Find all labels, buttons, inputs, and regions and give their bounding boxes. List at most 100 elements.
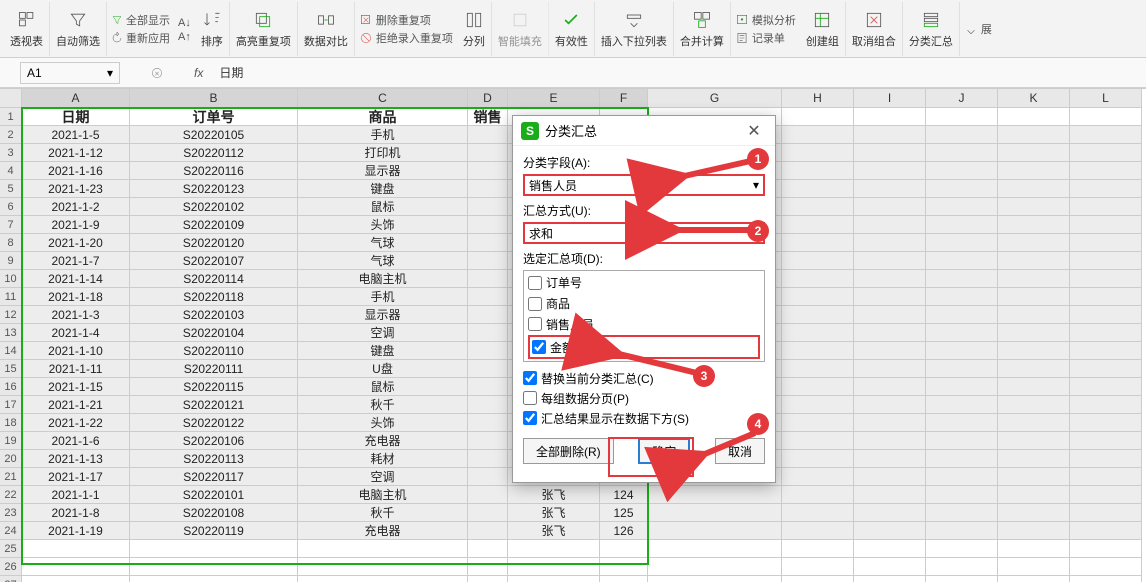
cell[interactable] xyxy=(782,432,854,450)
cell[interactable] xyxy=(998,126,1070,144)
cell[interactable] xyxy=(998,216,1070,234)
autofilter-button[interactable]: 自动筛选 xyxy=(50,2,107,56)
cell[interactable] xyxy=(508,576,600,582)
validity-button[interactable]: 有效性 xyxy=(549,2,595,56)
cell[interactable] xyxy=(854,144,926,162)
cell[interactable]: 2021-1-15 xyxy=(22,378,130,396)
cell[interactable] xyxy=(854,198,926,216)
cell[interactable] xyxy=(648,486,782,504)
cell[interactable] xyxy=(1070,396,1142,414)
cell[interactable] xyxy=(854,270,926,288)
cell[interactable] xyxy=(1070,360,1142,378)
dropdown-button[interactable]: 插入下拉列表 xyxy=(595,2,674,56)
cell[interactable] xyxy=(926,180,998,198)
cell[interactable] xyxy=(782,486,854,504)
cell[interactable] xyxy=(782,414,854,432)
row-header[interactable]: 13 xyxy=(0,324,22,342)
item-checkbox[interactable]: 销售人员 xyxy=(528,314,760,334)
select-all-corner[interactable] xyxy=(0,89,22,108)
cell[interactable] xyxy=(468,378,508,396)
cell[interactable]: 空调 xyxy=(298,468,468,486)
col-header-B[interactable]: B xyxy=(130,89,298,108)
cell[interactable]: 2021-1-16 xyxy=(22,162,130,180)
col-header-L[interactable]: L xyxy=(1070,89,1142,108)
col-header-I[interactable]: I xyxy=(854,89,926,108)
cell[interactable] xyxy=(468,504,508,522)
cell[interactable] xyxy=(854,360,926,378)
cell[interactable] xyxy=(854,414,926,432)
cell[interactable] xyxy=(926,486,998,504)
item-checkbox[interactable]: 金额 xyxy=(532,337,574,357)
cell[interactable] xyxy=(1070,288,1142,306)
cell[interactable] xyxy=(1070,504,1142,522)
sort-asc-icon[interactable]: A↓ xyxy=(178,17,191,29)
cell[interactable] xyxy=(854,450,926,468)
cell[interactable] xyxy=(782,198,854,216)
cell[interactable] xyxy=(854,342,926,360)
cell[interactable]: 头饰 xyxy=(298,216,468,234)
col-header-G[interactable]: G xyxy=(648,89,782,108)
cell[interactable]: 2021-1-19 xyxy=(22,522,130,540)
cell[interactable]: 键盘 xyxy=(298,342,468,360)
cell[interactable]: 电脑主机 xyxy=(298,486,468,504)
row-header[interactable]: 17 xyxy=(0,396,22,414)
cell[interactable] xyxy=(926,216,998,234)
cell[interactable] xyxy=(926,396,998,414)
row-header[interactable]: 18 xyxy=(0,414,22,432)
cell[interactable] xyxy=(998,486,1070,504)
cell[interactable]: 126 xyxy=(600,522,648,540)
cell[interactable]: 125 xyxy=(600,504,648,522)
cell[interactable] xyxy=(1070,432,1142,450)
row-header[interactable]: 27 xyxy=(0,576,22,582)
cell[interactable] xyxy=(782,108,854,126)
cell[interactable] xyxy=(782,468,854,486)
reject-dup-button[interactable]: 拒绝录入重复项 xyxy=(359,30,453,46)
col-header-D[interactable]: D xyxy=(468,89,508,108)
col-header-K[interactable]: K xyxy=(998,89,1070,108)
cell[interactable]: 2021-1-20 xyxy=(22,234,130,252)
cell[interactable] xyxy=(782,342,854,360)
cell[interactable] xyxy=(468,576,508,582)
cell[interactable] xyxy=(998,270,1070,288)
cell[interactable] xyxy=(508,540,600,558)
cell[interactable]: 张飞 xyxy=(508,486,600,504)
cell[interactable]: 2021-1-10 xyxy=(22,342,130,360)
cell[interactable] xyxy=(130,558,298,576)
cell[interactable] xyxy=(782,306,854,324)
close-icon[interactable]: ✕ xyxy=(741,118,767,144)
col-header-F[interactable]: F xyxy=(600,89,648,108)
cell[interactable]: S20220103 xyxy=(130,306,298,324)
cell[interactable]: S20220121 xyxy=(130,396,298,414)
col-header-A[interactable]: A xyxy=(22,89,130,108)
cell[interactable] xyxy=(468,540,508,558)
cell[interactable] xyxy=(782,522,854,540)
cell[interactable] xyxy=(1070,144,1142,162)
cell[interactable] xyxy=(648,504,782,522)
cell[interactable] xyxy=(468,486,508,504)
cell[interactable] xyxy=(854,432,926,450)
cell[interactable] xyxy=(468,306,508,324)
cell[interactable]: 手机 xyxy=(298,288,468,306)
group-button[interactable]: 创建组 xyxy=(800,2,846,56)
cell[interactable] xyxy=(648,558,782,576)
cell[interactable] xyxy=(926,360,998,378)
cell[interactable]: 2021-1-4 xyxy=(22,324,130,342)
showall-button[interactable]: 全部显示 xyxy=(111,12,170,28)
cell[interactable]: 气球 xyxy=(298,234,468,252)
cell[interactable]: 日期 xyxy=(22,108,130,126)
cell[interactable] xyxy=(468,342,508,360)
checkbox[interactable] xyxy=(532,340,546,354)
cell[interactable] xyxy=(854,126,926,144)
cell[interactable] xyxy=(998,144,1070,162)
cell[interactable] xyxy=(854,378,926,396)
row-header[interactable]: 20 xyxy=(0,450,22,468)
cell[interactable] xyxy=(998,558,1070,576)
cell[interactable] xyxy=(468,180,508,198)
cell[interactable] xyxy=(782,234,854,252)
expand-button[interactable]: 展 xyxy=(964,21,992,37)
cell[interactable] xyxy=(854,486,926,504)
cell[interactable]: S20220120 xyxy=(130,234,298,252)
cell[interactable] xyxy=(468,324,508,342)
cell[interactable] xyxy=(998,504,1070,522)
col-header-J[interactable]: J xyxy=(926,89,998,108)
